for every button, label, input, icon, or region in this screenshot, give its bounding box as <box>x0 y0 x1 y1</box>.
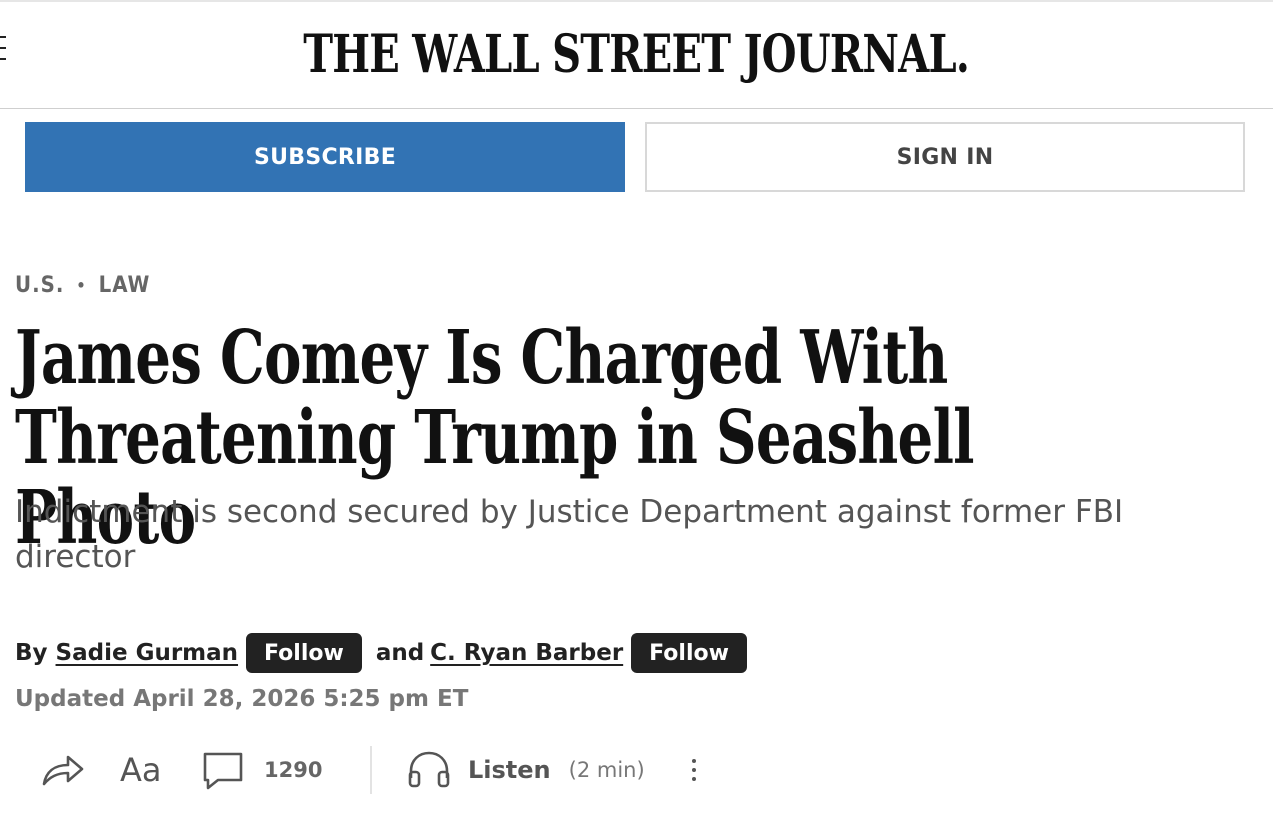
more-options-button[interactable] <box>692 740 696 800</box>
masthead-logo[interactable]: THE WALL STREET JOURNAL. <box>146 24 1126 86</box>
toolbar-divider <box>370 746 372 794</box>
listen-duration: (2 min) <box>568 758 645 782</box>
more-vertical-icon <box>692 754 696 786</box>
share-arrow-icon <box>42 755 84 786</box>
site-header: THE WALL STREET JOURNAL. <box>0 2 1273 109</box>
comments-button[interactable]: 1290 <box>202 740 322 800</box>
byline-prefix: By <box>15 640 48 666</box>
byline: By Sadie Gurman Follow and C. Ryan Barbe… <box>15 632 747 674</box>
article-dek: Indictment is second secured by Justice … <box>15 494 1124 575</box>
text-size-icon: Aa <box>120 751 162 789</box>
text-size-button[interactable]: Aa <box>120 740 162 800</box>
author-link-c-ryan-barber[interactable]: C. Ryan Barber <box>430 640 623 666</box>
article-toolbar: Aa 1290 Listen (2 min) <box>40 740 740 800</box>
breadcrumb-section-us[interactable]: U.S. <box>15 273 64 298</box>
comment-icon <box>203 752 243 790</box>
share-button[interactable] <box>40 740 86 800</box>
hamburger-menu-icon[interactable] <box>0 36 8 72</box>
subscribe-button[interactable]: SUBSCRIBE <box>25 122 625 192</box>
article-timestamp: Updated April 28, 2026 5:25 pm ET <box>15 686 469 712</box>
headphones-icon <box>408 751 450 788</box>
comment-count: 1290 <box>264 758 323 782</box>
listen-label: Listen <box>468 756 551 784</box>
listen-button[interactable]: Listen (2 min) <box>406 740 645 800</box>
breadcrumb-separator: • <box>76 275 87 295</box>
author-link-sadie-gurman[interactable]: Sadie Gurman <box>56 640 239 666</box>
byline-conjunction: and <box>375 640 425 666</box>
follow-author-button[interactable]: Follow <box>631 633 747 673</box>
follow-author-button[interactable]: Follow <box>246 633 362 673</box>
breadcrumb-section-law[interactable]: LAW <box>99 273 151 298</box>
breadcrumb: U.S. • LAW <box>15 270 150 300</box>
sign-in-button[interactable]: SIGN IN <box>645 122 1245 192</box>
